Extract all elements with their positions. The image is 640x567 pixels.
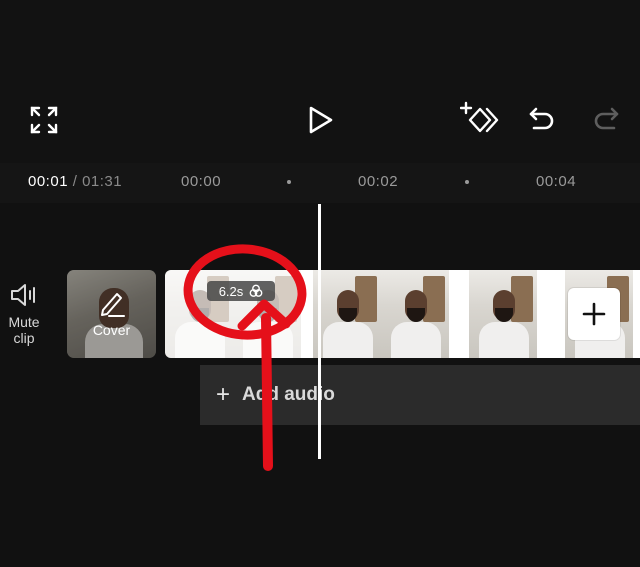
clip-frame: [469, 270, 537, 358]
expand-icon: [30, 106, 58, 134]
add-keyframe-icon: [460, 101, 499, 133]
undo-button[interactable]: [526, 104, 558, 136]
ruler-tick: 00:00: [181, 173, 222, 190]
redo-icon: [594, 107, 619, 130]
preview-toolbar: [0, 0, 640, 163]
play-icon: [309, 106, 333, 134]
mute-label-line2: clip: [13, 330, 35, 346]
ruler-tick: 00:02: [358, 173, 399, 190]
effects-icon: [249, 284, 263, 297]
mute-label-line1: Mute: [8, 314, 40, 330]
ruler-tick: 00:04: [536, 173, 577, 190]
edit-pencil-icon: [100, 293, 125, 317]
redo-button[interactable]: [590, 104, 622, 136]
playhead[interactable]: [318, 204, 321, 459]
plus-icon: [582, 302, 606, 326]
add-clip-button[interactable]: [568, 288, 620, 340]
add-audio-button[interactable]: + Add audio: [200, 365, 640, 425]
ruler-dot: [287, 180, 291, 184]
undo-icon: [529, 107, 554, 130]
mute-clip-label: Mute clip: [8, 314, 39, 346]
cover-overlay: Cover: [67, 270, 156, 358]
current-time: 00:01: [28, 173, 69, 190]
mute-clip-button[interactable]: Mute clip: [4, 282, 44, 346]
speaker-icon: [11, 284, 35, 306]
clip-frame: [381, 270, 449, 358]
play-button[interactable]: [304, 102, 338, 138]
time-separator: /: [68, 173, 83, 190]
total-time: 01:31: [82, 173, 123, 190]
add-audio-plus-icon: +: [216, 381, 231, 408]
clip-frame: [313, 270, 381, 358]
cover-label: Cover: [92, 322, 131, 338]
clip-duration: 6.2s: [218, 283, 244, 299]
add-keyframe-button[interactable]: [460, 100, 500, 138]
timecode: 00:01 / 01:31: [28, 173, 122, 190]
cover-button[interactable]: Cover: [67, 270, 156, 358]
ruler-dot: [465, 180, 469, 184]
clip-duration-badge: 6.2s: [207, 281, 275, 301]
fullscreen-button[interactable]: [28, 104, 60, 136]
